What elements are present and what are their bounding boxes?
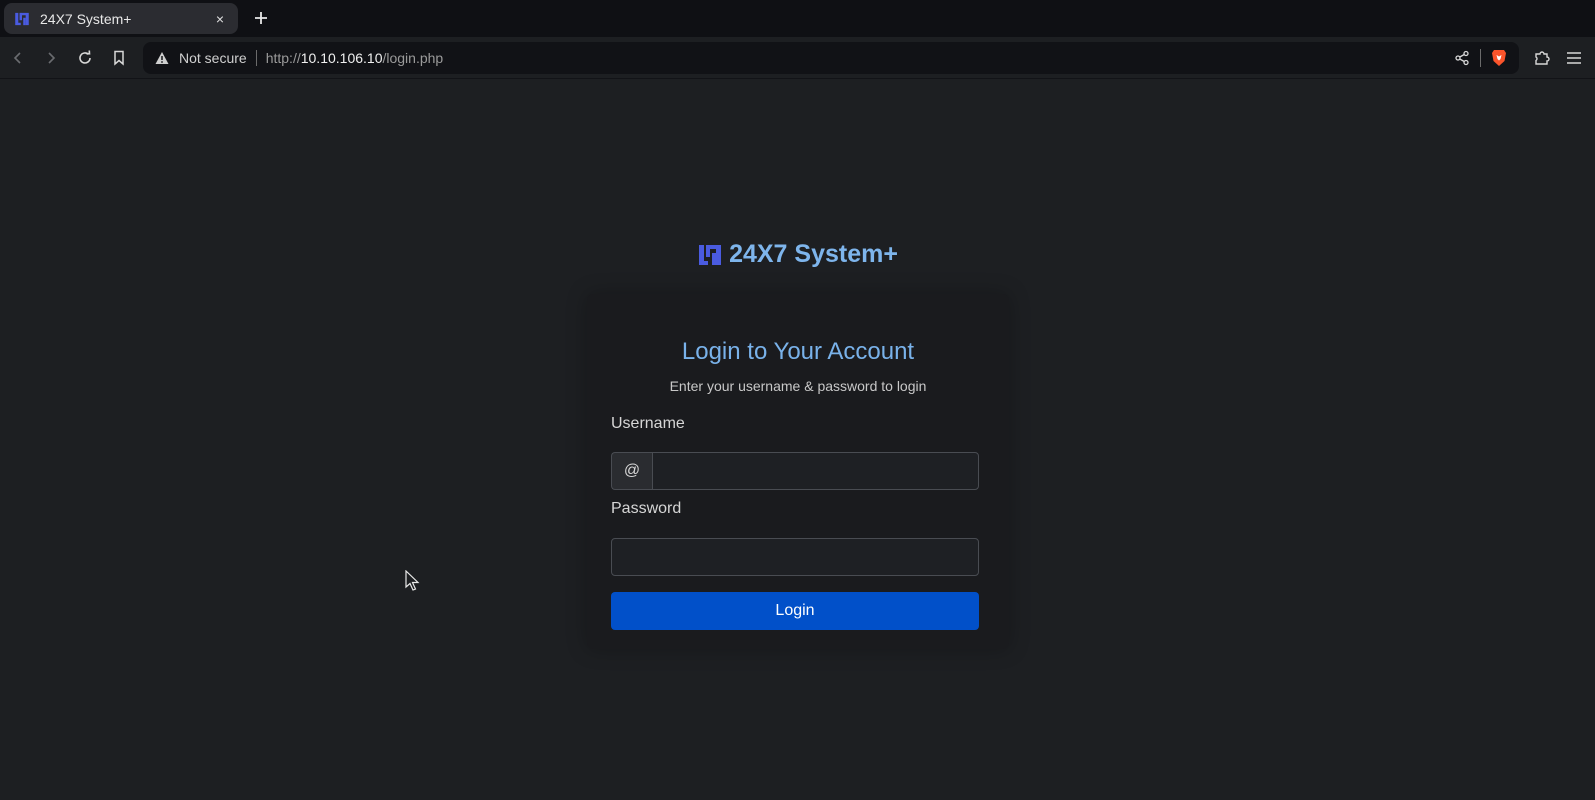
back-button[interactable]: [7, 47, 29, 69]
plus-icon: [255, 12, 267, 24]
login-card: Login to Your Account Enter your usernam…: [587, 294, 1009, 649]
browser-toolbar: Not secure http://10.10.106.10/login.php: [0, 37, 1595, 79]
page-subtitle: Enter your username & password to login: [669, 378, 927, 394]
login-button[interactable]: Login: [611, 592, 979, 630]
site-logo-icon: [14, 11, 30, 27]
tab-active[interactable]: 24X7 System+ ×: [4, 3, 238, 34]
back-icon: [13, 52, 21, 64]
brave-shield-icon[interactable]: [1491, 49, 1507, 67]
password-input[interactable]: [611, 538, 979, 576]
tab-strip: 24X7 System+ ×: [0, 0, 1595, 37]
share-icon[interactable]: [1454, 50, 1470, 66]
bookmark-button[interactable]: [108, 47, 130, 69]
username-input[interactable]: [652, 452, 979, 490]
tab-close-icon[interactable]: ×: [212, 11, 228, 27]
new-tab-button[interactable]: [252, 9, 270, 27]
bookmark-icon: [114, 50, 124, 66]
username-label: Username: [611, 415, 685, 432]
warning-icon: [155, 50, 171, 66]
extensions-button[interactable]: [1531, 47, 1553, 69]
forward-button[interactable]: [40, 47, 62, 69]
extensions-icon: [1535, 51, 1550, 65]
divider: [1480, 49, 1481, 67]
url-text[interactable]: http://10.10.106.10/login.php: [266, 50, 444, 66]
url-path: /login.php: [382, 50, 444, 66]
username-input-group: @: [611, 452, 979, 490]
tab-title: 24X7 System+: [40, 10, 132, 27]
menu-button[interactable]: [1563, 47, 1585, 69]
password-label: Password: [611, 500, 682, 517]
security-indicator[interactable]: Not secure: [179, 50, 247, 66]
reload-button[interactable]: [74, 47, 96, 69]
page-title: Login to Your Account: [681, 338, 915, 365]
reload-icon: [79, 50, 91, 64]
url-host: 10.10.106.10: [300, 50, 383, 66]
menu-icon: [1567, 52, 1581, 64]
brand-header: 24X7 System+: [0, 240, 1595, 269]
address-bar[interactable]: Not secure http://10.10.106.10/login.php: [143, 42, 1519, 74]
mouse-cursor-icon: [405, 570, 420, 591]
divider: [255, 50, 257, 66]
at-sign-addon: @: [611, 452, 652, 490]
brand-link[interactable]: 24X7 System+: [697, 240, 898, 269]
brand-name: 24X7 System+: [729, 240, 898, 268]
brand-logo-icon: [699, 244, 722, 265]
url-scheme: http://: [265, 50, 301, 66]
forward-icon: [48, 52, 56, 64]
